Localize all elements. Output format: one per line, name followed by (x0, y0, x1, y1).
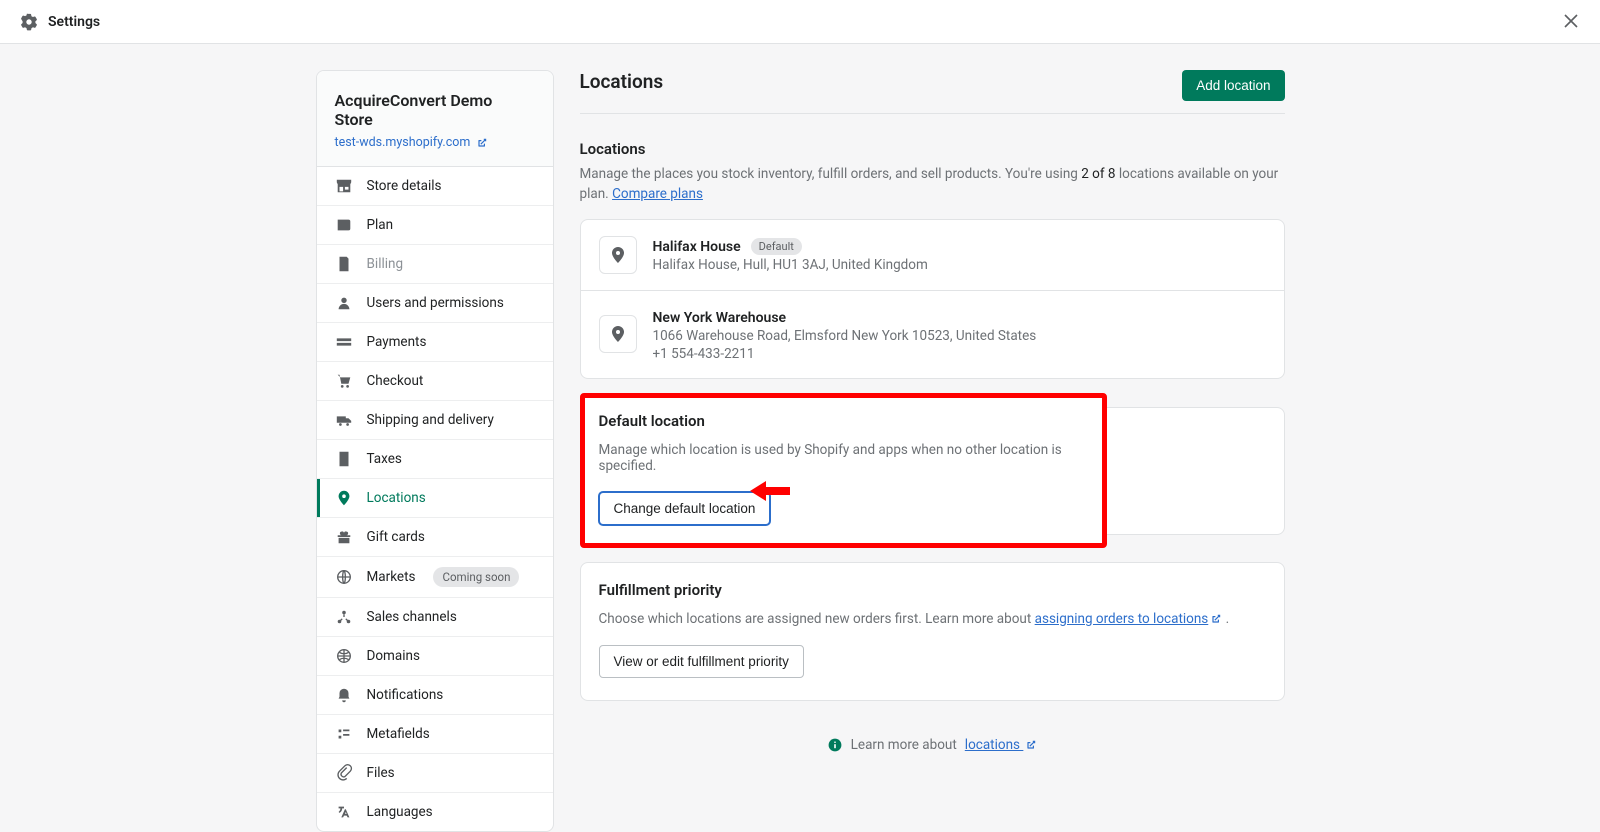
nav-label: Shipping and delivery (367, 412, 494, 428)
nav-label: Domains (367, 648, 420, 664)
fulfillment-desc: Choose which locations are assigned new … (599, 611, 1266, 627)
main-content: Locations Add location Locations Manage … (580, 70, 1285, 832)
sidebar-item-billing[interactable]: Billing (317, 245, 553, 284)
settings-topbar: Settings (0, 0, 1600, 43)
view-fulfillment-priority-button[interactable]: View or edit fulfillment priority (599, 645, 804, 678)
users-icon (335, 294, 353, 312)
default-badge: Default (751, 238, 802, 255)
footer-locations-link[interactable]: locations (965, 737, 1038, 753)
locations-list-card: Halifax House Default Halifax House, Hul… (580, 219, 1285, 379)
settings-sidebar: AcquireConvert Demo Store test-wds.mysho… (316, 70, 554, 832)
location-row-halifax[interactable]: Halifax House Default Halifax House, Hul… (581, 220, 1284, 291)
compare-plans-link[interactable]: Compare plans (612, 186, 703, 202)
store-url-text: test-wds.myshopify.com (335, 135, 471, 150)
default-location-card: Default location Manage which location i… (580, 393, 1107, 548)
gear-icon (20, 13, 38, 31)
taxes-icon (335, 450, 353, 468)
checkout-icon (335, 372, 353, 390)
nav-label: Checkout (367, 373, 424, 389)
page-title: Locations (580, 70, 664, 93)
store-url-link[interactable]: test-wds.myshopify.com (335, 135, 489, 150)
sidebar-item-gift-cards[interactable]: Gift cards (317, 518, 553, 557)
locations-section-desc: Manage the places you stock inventory, f… (580, 164, 1285, 205)
bell-icon (335, 686, 353, 704)
sidebar-item-domains[interactable]: Domains (317, 637, 553, 676)
nav-label: Gift cards (367, 529, 425, 545)
shipping-icon (335, 411, 353, 429)
languages-icon (335, 803, 353, 821)
page-header: Locations Add location (580, 70, 1285, 114)
add-location-button[interactable]: Add location (1182, 70, 1284, 101)
locations-count: 2 of 8 (1081, 166, 1115, 182)
close-button[interactable] (1560, 10, 1582, 32)
sidebar-item-notifications[interactable]: Notifications (317, 676, 553, 715)
location-name: Halifax House (653, 239, 741, 255)
nav-label: Payments (367, 334, 427, 350)
payments-icon (335, 333, 353, 351)
domains-icon (335, 647, 353, 665)
location-info: Halifax House Default Halifax House, Hul… (653, 236, 928, 274)
sidebar-item-metafields[interactable]: Metafields (317, 715, 553, 754)
plan-icon (335, 216, 353, 234)
sidebar-item-shipping[interactable]: Shipping and delivery (317, 401, 553, 440)
sidebar-item-users[interactable]: Users and permissions (317, 284, 553, 323)
fulfillment-title: Fulfillment priority (599, 581, 1266, 599)
change-default-location-button[interactable]: Change default location (599, 492, 771, 525)
sidebar-item-taxes[interactable]: Taxes (317, 440, 553, 479)
default-location-desc: Manage which location is used by Shopify… (599, 442, 1088, 474)
sidebar-item-markets[interactable]: Markets Coming soon (317, 557, 553, 598)
default-location-title: Default location (599, 412, 1088, 430)
desc-prefix: Manage the places you stock inventory, f… (580, 166, 1082, 182)
location-address: Halifax House, Hull, HU1 3AJ, United Kin… (653, 257, 928, 273)
fulfillment-desc-prefix: Choose which locations are assigned new … (599, 611, 1035, 627)
sidebar-item-store-details[interactable]: Store details (317, 167, 553, 206)
sidebar-item-payments[interactable]: Payments (317, 323, 553, 362)
channels-icon (335, 608, 353, 626)
store-name: AcquireConvert Demo Store (335, 91, 535, 129)
footer-info: Learn more about locations (580, 737, 1285, 753)
billing-icon (335, 255, 353, 273)
sidebar-item-checkout[interactable]: Checkout (317, 362, 553, 401)
nav-label: Taxes (367, 451, 402, 467)
location-address: 1066 Warehouse Road, Elmsford New York 1… (653, 328, 1037, 344)
location-row-newyork[interactable]: New York Warehouse 1066 Warehouse Road, … (581, 291, 1284, 378)
location-phone: +1 554-433-2211 (653, 346, 1037, 362)
nav-label: Languages (367, 804, 433, 820)
footer-prefix: Learn more about (851, 737, 957, 753)
sidebar-item-plan[interactable]: Plan (317, 206, 553, 245)
topbar-title: Settings (48, 14, 100, 30)
globe-icon (335, 568, 353, 586)
location-name-row: Halifax House Default (653, 238, 802, 255)
location-pin-icon (599, 236, 637, 274)
files-icon (335, 764, 353, 782)
nav-label: Locations (367, 490, 426, 506)
sidebar-item-locations[interactable]: Locations (317, 479, 553, 518)
metafields-icon (335, 725, 353, 743)
coming-soon-badge: Coming soon (433, 567, 519, 587)
location-pin-icon (599, 315, 637, 353)
store-header: AcquireConvert Demo Store test-wds.mysho… (317, 71, 553, 167)
sidebar-item-files[interactable]: Files (317, 754, 553, 793)
location-pin-icon (335, 489, 353, 507)
location-info: New York Warehouse 1066 Warehouse Road, … (653, 307, 1037, 362)
nav-label: Markets (367, 569, 416, 585)
nav-label: Notifications (367, 687, 444, 703)
nav-label: Billing (367, 256, 404, 272)
location-name: New York Warehouse (653, 310, 787, 326)
sidebar-item-sales-channels[interactable]: Sales channels (317, 598, 553, 637)
locations-section-title: Locations (580, 140, 1285, 158)
nav-label: Plan (367, 217, 394, 233)
fulfillment-priority-card: Fulfillment priority Choose which locati… (580, 562, 1285, 701)
nav-label: Sales channels (367, 609, 457, 625)
nav-label: Users and permissions (367, 295, 504, 311)
nav-label: Store details (367, 178, 442, 194)
assigning-orders-link[interactable]: assigning orders to locations (1035, 611, 1223, 627)
store-icon (335, 177, 353, 195)
sidebar-item-languages[interactable]: Languages (317, 793, 553, 831)
fulfillment-desc-suffix: . (1222, 611, 1229, 627)
gift-icon (335, 528, 353, 546)
nav-label: Metafields (367, 726, 430, 742)
info-icon (827, 737, 843, 753)
